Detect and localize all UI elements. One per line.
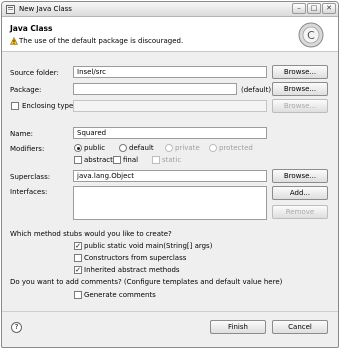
wizard-title: Java Class bbox=[10, 24, 53, 33]
modifier-private-radio[interactable] bbox=[165, 144, 173, 152]
package-label: Package: bbox=[10, 86, 42, 94]
package-browse-button[interactable]: Browse... bbox=[272, 82, 328, 96]
method-stubs-question: Which method stubs would you like to cre… bbox=[10, 230, 172, 238]
superclass-label: Superclass: bbox=[10, 173, 51, 181]
modifier-default-radio[interactable] bbox=[119, 144, 127, 152]
package-default-hint: (default) bbox=[241, 86, 272, 94]
interfaces-list[interactable] bbox=[73, 186, 267, 220]
title-bar: New Java Class – □ ✕ bbox=[2, 2, 338, 17]
finish-button[interactable]: Finish bbox=[210, 320, 266, 334]
package-input[interactable] bbox=[73, 83, 237, 95]
maximize-button[interactable]: □ bbox=[307, 3, 321, 14]
interfaces-add-button[interactable]: Add... bbox=[272, 186, 328, 200]
enclosing-type-input[interactable] bbox=[73, 100, 267, 112]
window-controls: – □ ✕ bbox=[292, 3, 336, 14]
close-button[interactable]: ✕ bbox=[322, 3, 336, 14]
comments-question: Do you want to add comments? (Configure … bbox=[10, 278, 283, 286]
source-folder-input[interactable]: Insel/src bbox=[73, 66, 267, 78]
source-folder-label: Source folder: bbox=[10, 69, 59, 77]
minimize-button[interactable]: – bbox=[292, 3, 306, 14]
modifiers-label: Modifiers: bbox=[10, 145, 45, 153]
modifier-public-label: public bbox=[84, 144, 106, 152]
enclosing-type-label: Enclosing type: bbox=[22, 102, 76, 110]
window-title: New Java Class bbox=[19, 5, 72, 13]
footer-separator bbox=[2, 311, 338, 312]
new-java-class-dialog: New Java Class – □ ✕ Java Class The use … bbox=[1, 1, 339, 348]
modifier-public-radio[interactable] bbox=[74, 144, 82, 152]
enclosing-type-browse-button[interactable]: Browse... bbox=[272, 99, 328, 113]
wizard-message: The use of the default package is discou… bbox=[19, 37, 184, 45]
superclass-input[interactable]: java.lang.Object bbox=[73, 170, 267, 182]
name-label: Name: bbox=[10, 130, 34, 138]
svg-text:C: C bbox=[307, 29, 315, 42]
superclass-browse-button[interactable]: Browse... bbox=[272, 169, 328, 183]
modifier-protected-label: protected bbox=[219, 144, 253, 152]
eclipse-app-icon bbox=[6, 5, 15, 14]
modifier-abstract-checkbox[interactable] bbox=[74, 156, 82, 164]
modifier-protected-radio[interactable] bbox=[209, 144, 217, 152]
stub-constructors-label: Constructors from superclass bbox=[84, 254, 187, 262]
stub-inherited-label: Inherited abstract methods bbox=[84, 266, 180, 274]
stub-main-label: public static void main(String[] args) bbox=[84, 242, 213, 250]
stub-main-checkbox[interactable]: ✓ bbox=[74, 242, 82, 250]
class-name-input[interactable]: Squared bbox=[73, 127, 267, 139]
new-class-wizard-icon: C bbox=[298, 22, 324, 48]
modifier-static-label: static bbox=[162, 156, 182, 164]
warning-icon bbox=[10, 37, 18, 45]
modifier-final-label: final bbox=[123, 156, 139, 164]
stub-inherited-checkbox[interactable]: ✓ bbox=[74, 266, 82, 274]
modifier-static-checkbox[interactable] bbox=[152, 156, 160, 164]
enclosing-type-checkbox[interactable] bbox=[11, 102, 19, 110]
modifier-final-checkbox[interactable] bbox=[113, 156, 121, 164]
generate-comments-label: Generate comments bbox=[84, 291, 156, 299]
source-folder-browse-button[interactable]: Browse... bbox=[272, 65, 328, 79]
generate-comments-checkbox[interactable] bbox=[74, 291, 82, 299]
modifier-default-label: default bbox=[129, 144, 154, 152]
interfaces-remove-button[interactable]: Remove bbox=[272, 205, 328, 219]
interfaces-label: Interfaces: bbox=[10, 188, 48, 196]
help-icon[interactable]: ? bbox=[11, 322, 22, 333]
cancel-button[interactable]: Cancel bbox=[272, 320, 328, 334]
stub-constructors-checkbox[interactable] bbox=[74, 254, 82, 262]
wizard-header: Java Class The use of the default packag… bbox=[2, 17, 338, 52]
modifier-private-label: private bbox=[175, 144, 200, 152]
modifier-abstract-label: abstract bbox=[84, 156, 113, 164]
